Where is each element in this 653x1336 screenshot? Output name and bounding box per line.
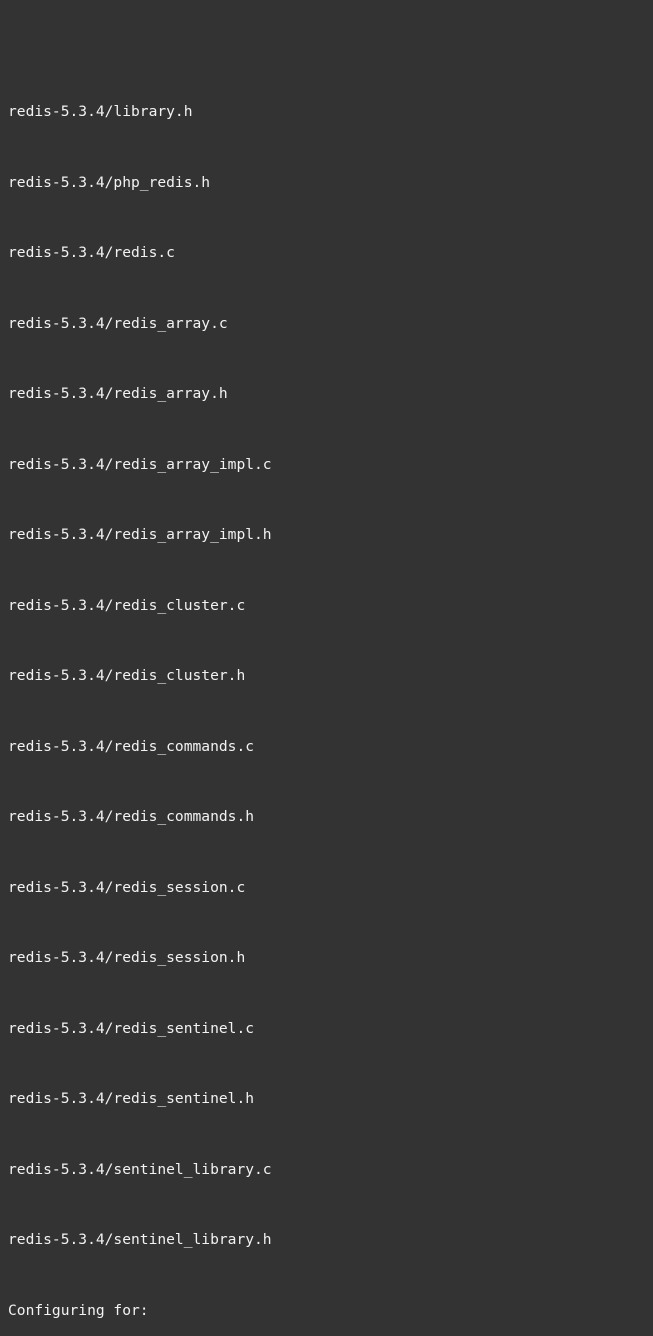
terminal-line: redis-5.3.4/redis_sentinel.c — [8, 1019, 255, 1037]
terminal-line: redis-5.3.4/redis_session.h — [8, 949, 246, 966]
terminal-line-configuring-for: Configuring for: — [8, 1301, 149, 1319]
terminal-line: redis-5.3.4/sentinel_library.c — [8, 1160, 272, 1178]
terminal-line: redis-5.3.4/redis_commands.h — [8, 808, 255, 825]
terminal-line: redis-5.3.4/redis.c — [8, 244, 175, 261]
terminal-line: redis-5.3.4/redis_array_impl.h — [8, 526, 272, 543]
terminal-line: redis-5.3.4/redis_array.h — [8, 385, 228, 402]
terminal-line: redis-5.3.4/redis_cluster.c — [8, 596, 246, 614]
terminal-line: redis-5.3.4/redis_array_impl.c — [8, 455, 272, 473]
terminal-output-pane[interactable]: redis-5.3.4/library.h redis-5.3.4/php_re… — [0, 0, 653, 1319]
terminal-line: redis-5.3.4/redis_array.c — [8, 314, 228, 332]
terminal-line: redis-5.3.4/redis_sentinel.h — [8, 1090, 255, 1107]
terminal-line: redis-5.3.4/redis_session.c — [8, 878, 246, 896]
terminal-line: redis-5.3.4/library.h — [8, 103, 193, 120]
terminal-line: redis-5.3.4/sentinel_library.h — [8, 1231, 272, 1248]
terminal-line: redis-5.3.4/redis_commands.c — [8, 737, 255, 755]
terminal-line-list: redis-5.3.4/library.h redis-5.3.4/php_re… — [8, 53, 653, 1336]
terminal-line: redis-5.3.4/php_redis.h — [8, 173, 211, 191]
